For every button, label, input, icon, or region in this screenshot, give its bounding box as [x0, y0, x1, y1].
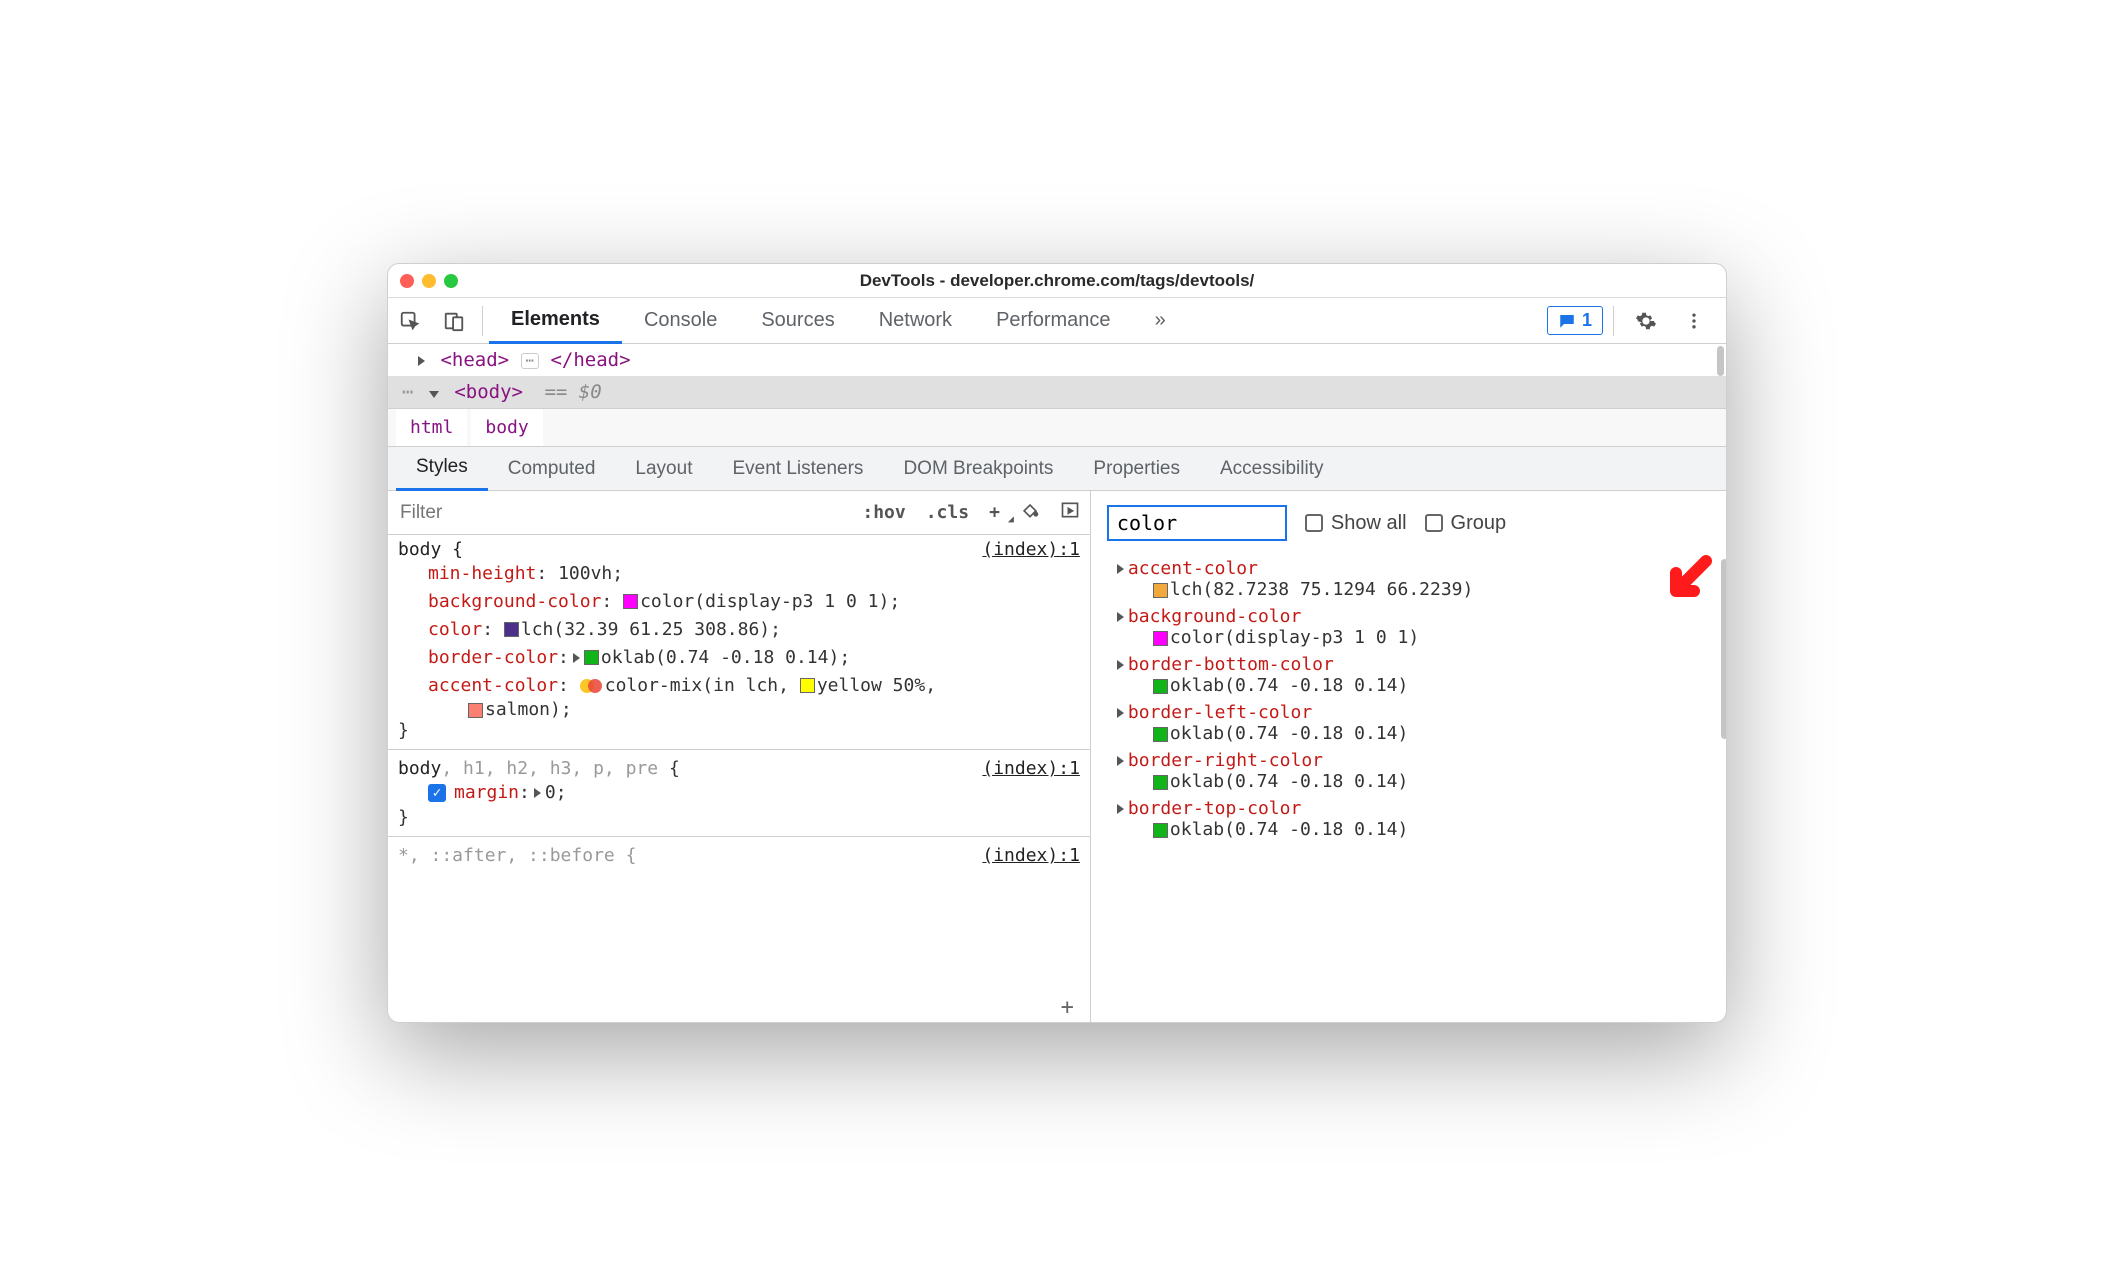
- crumb-body[interactable]: body: [471, 409, 542, 446]
- window-traffic-lights: [400, 274, 458, 288]
- expand-icon[interactable]: [1117, 708, 1124, 718]
- rule-selector[interactable]: *, ::after, ::before {: [398, 845, 636, 866]
- maximize-window-icon[interactable]: [444, 274, 458, 288]
- tab-network[interactable]: Network: [857, 298, 974, 344]
- expand-icon[interactable]: [1117, 612, 1124, 622]
- show-all-checkbox[interactable]: Show all: [1305, 512, 1407, 535]
- computed-row[interactable]: border-left-coloroklab(0.74 -0.18 0.14): [1097, 699, 1720, 747]
- subtab-layout[interactable]: Layout: [615, 447, 712, 491]
- paint-bucket-icon[interactable]: [1010, 500, 1050, 525]
- expand-icon[interactable]: [1117, 660, 1124, 670]
- rule-selector[interactable]: body {: [398, 539, 463, 560]
- expand-icon[interactable]: [418, 356, 425, 366]
- tab-sources[interactable]: Sources: [739, 298, 856, 344]
- subtab-event-listeners[interactable]: Event Listeners: [712, 447, 883, 491]
- tab-console[interactable]: Console: [622, 298, 739, 344]
- color-swatch-icon[interactable]: [1153, 679, 1168, 694]
- expand-shorthand-icon[interactable]: [573, 653, 580, 663]
- titlebar: DevTools - developer.chrome.com/tags/dev…: [388, 264, 1726, 298]
- expand-shorthand-icon[interactable]: [534, 788, 541, 798]
- annotation-arrow-icon: [1656, 555, 1716, 611]
- subtab-dom-breakpoints[interactable]: DOM Breakpoints: [883, 447, 1073, 491]
- color-swatch-icon[interactable]: [584, 650, 599, 665]
- computed-filter-bar: Show all Group: [1091, 491, 1726, 555]
- expand-icon[interactable]: [1117, 804, 1124, 814]
- group-checkbox[interactable]: Group: [1425, 512, 1507, 535]
- rule-selector[interactable]: body, h1, h2, h3, p, pre {: [398, 758, 680, 779]
- color-swatch-icon[interactable]: [800, 678, 815, 693]
- rule-source-link[interactable]: (index):1: [982, 539, 1080, 560]
- inspect-element-icon[interactable]: [388, 298, 432, 344]
- color-swatch-icon[interactable]: [504, 622, 519, 637]
- tab-overflow-icon[interactable]: »: [1133, 298, 1188, 344]
- decl-margin[interactable]: ✓margin:0;: [398, 779, 1080, 807]
- add-declaration-button[interactable]: +: [1061, 995, 1074, 1020]
- color-swatch-icon[interactable]: [623, 594, 638, 609]
- crumb-html[interactable]: html: [396, 409, 467, 446]
- window-title: DevTools - developer.chrome.com/tags/dev…: [388, 271, 1726, 291]
- expand-icon[interactable]: [429, 391, 439, 398]
- rule-source-link[interactable]: (index):1: [982, 845, 1080, 866]
- computed-row[interactable]: border-top-coloroklab(0.74 -0.18 0.14): [1097, 795, 1720, 843]
- expand-icon[interactable]: [1117, 564, 1124, 574]
- decl-accent-color-line2[interactable]: salmon);: [398, 699, 1080, 720]
- decl-border-color[interactable]: border-color:oklab(0.74 -0.18 0.14);: [398, 644, 1080, 672]
- decl-accent-color[interactable]: accent-color: color-mix(in lch, yellow 5…: [398, 672, 1080, 700]
- styles-subtabs: Styles Computed Layout Event Listeners D…: [388, 447, 1726, 491]
- subtab-computed[interactable]: Computed: [488, 447, 616, 491]
- tab-elements[interactable]: Elements: [489, 298, 622, 344]
- subtab-styles[interactable]: Styles: [396, 447, 488, 491]
- dom-body-row[interactable]: ⋯ <body> == $0: [388, 376, 1726, 408]
- checkbox-enabled-icon[interactable]: ✓: [428, 784, 446, 802]
- computed-properties-list: accent-colorlch(82.7238 75.1294 66.2239)…: [1091, 555, 1726, 1022]
- expand-icon[interactable]: [1117, 756, 1124, 766]
- tab-performance[interactable]: Performance: [974, 298, 1133, 344]
- styles-filter-input[interactable]: [388, 502, 852, 524]
- kebab-menu-icon[interactable]: [1672, 298, 1716, 344]
- device-toggle-icon[interactable]: [432, 298, 476, 344]
- computed-row[interactable]: background-colorcolor(display-p3 1 0 1): [1097, 603, 1720, 651]
- computed-panel-toggle-icon[interactable]: [1050, 500, 1090, 525]
- color-swatch-icon[interactable]: [1153, 775, 1168, 790]
- computed-row[interactable]: accent-colorlch(82.7238 75.1294 66.2239): [1097, 555, 1720, 603]
- settings-gear-icon[interactable]: [1624, 298, 1668, 344]
- rule-source-link[interactable]: (index):1: [982, 758, 1080, 779]
- decl-color[interactable]: color: lch(32.39 61.25 308.86);: [398, 616, 1080, 644]
- close-window-icon[interactable]: [400, 274, 414, 288]
- minimize-window-icon[interactable]: [422, 274, 436, 288]
- computed-row[interactable]: border-right-coloroklab(0.74 -0.18 0.14): [1097, 747, 1720, 795]
- decl-background-color[interactable]: background-color: color(display-p3 1 0 1…: [398, 588, 1080, 616]
- styles-pane: :hov .cls +◢ body { (index):1 min-height…: [388, 491, 1091, 1022]
- color-mix-icon[interactable]: [580, 678, 602, 694]
- subtab-properties[interactable]: Properties: [1073, 447, 1200, 491]
- color-swatch-icon[interactable]: [1153, 727, 1168, 742]
- dom-tree: <head> ⋯ </head> ⋯ <body> == $0: [388, 344, 1726, 409]
- decl-min-height[interactable]: min-height: 100vh;: [398, 560, 1080, 588]
- new-rule-button[interactable]: +◢: [979, 502, 1010, 523]
- computed-row[interactable]: border-bottom-coloroklab(0.74 -0.18 0.14…: [1097, 651, 1720, 699]
- color-swatch-icon[interactable]: [468, 703, 483, 718]
- color-swatch-icon[interactable]: [1153, 583, 1168, 598]
- selected-prefix: ⋯: [402, 381, 413, 403]
- dom-head-row[interactable]: <head> ⋯ </head>: [388, 344, 1726, 376]
- main-tabs: Elements Console Sources Network Perform…: [489, 298, 1547, 344]
- computed-pane: Show all Group accent-colorlch(82.7238 7…: [1091, 491, 1726, 1022]
- collapsed-ellipsis[interactable]: ⋯: [521, 353, 539, 369]
- feedback-count: 1: [1582, 310, 1592, 331]
- devtools-window: DevTools - developer.chrome.com/tags/dev…: [387, 263, 1727, 1023]
- classes-button[interactable]: .cls: [916, 502, 979, 523]
- color-swatch-icon[interactable]: [1153, 631, 1168, 646]
- color-swatch-icon[interactable]: [1153, 823, 1168, 838]
- styles-filter-bar: :hov .cls +◢: [388, 491, 1090, 535]
- main-toolbar: Elements Console Sources Network Perform…: [388, 298, 1726, 344]
- feedback-button[interactable]: 1: [1547, 306, 1603, 335]
- computed-filter-input[interactable]: [1107, 505, 1287, 541]
- subtab-accessibility[interactable]: Accessibility: [1200, 447, 1343, 491]
- hover-states-button[interactable]: :hov: [852, 502, 915, 523]
- style-rules: body { (index):1 min-height: 100vh; back…: [388, 535, 1090, 1022]
- breadcrumbs: html body: [388, 409, 1726, 447]
